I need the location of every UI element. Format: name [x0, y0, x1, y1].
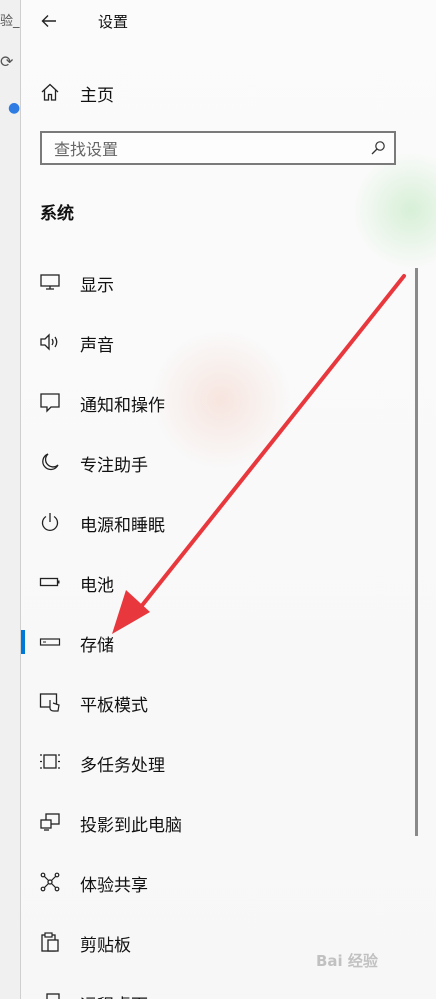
nav-item-notifications[interactable]: 通知和操作	[21, 372, 416, 432]
nav-item-label: 专注助手	[80, 456, 148, 476]
search-icon[interactable]	[370, 140, 386, 156]
power-icon	[41, 513, 59, 531]
storage-icon	[39, 638, 61, 646]
nav-item-storage[interactable]: 存储	[21, 612, 416, 672]
background-browser: 验_ ⟳ ●	[0, 0, 21, 999]
back-button[interactable]	[35, 8, 63, 34]
settings-window: 设置 主页 系统 显示	[21, 0, 436, 999]
background-tab-text[interactable]: 验_	[0, 10, 20, 29]
nav-item-power-sleep[interactable]: 电源和睡眠	[21, 492, 416, 552]
nav-item-label: 电池	[80, 576, 114, 596]
home-nav-item[interactable]: 主页	[21, 72, 416, 112]
title-bar: 设置	[21, 0, 436, 44]
search-box[interactable]	[40, 131, 396, 165]
clipboard-icon	[41, 932, 59, 952]
remote-desktop-icon	[46, 993, 60, 999]
nav-item-label: 电源和睡眠	[80, 516, 165, 536]
screenshot: 验_ ⟳ ● 设置 主页 系统	[0, 0, 436, 999]
nav-item-label: 体验共享	[80, 876, 148, 896]
nav-item-label: 声音	[80, 336, 114, 356]
nav-item-project-to-pc[interactable]: 投影到此电脑	[21, 792, 416, 852]
back-arrow-icon	[41, 15, 56, 27]
nav-item-multitasking[interactable]: 多任务处理	[21, 732, 416, 792]
nav-item-remote-desktop[interactable]: 远程桌面	[21, 972, 416, 999]
battery-icon	[39, 577, 60, 587]
nav-item-label: 多任务处理	[80, 756, 165, 776]
nav-item-label: 平板模式	[80, 696, 148, 716]
nav-item-label: 远程桌面	[80, 991, 148, 999]
tablet-mode-icon	[39, 693, 60, 712]
notification-icon	[40, 393, 60, 413]
scrollbar[interactable]	[415, 268, 418, 836]
nav-item-label: 显示	[80, 276, 114, 296]
nav-item-shared-experiences[interactable]: 体验共享	[21, 852, 416, 912]
nav-item-battery[interactable]: 电池	[21, 552, 416, 612]
display-icon	[40, 274, 60, 290]
system-nav-list: 显示 声音 通知和操作 专注助手 电源和睡眠 电池 存储 平板模式 多任务处理 …	[21, 252, 416, 999]
window-title: 设置	[98, 13, 129, 31]
multitasking-icon	[40, 754, 60, 769]
nav-item-label: 通知和操作	[80, 396, 165, 416]
paw-icon: ●	[8, 100, 21, 116]
refresh-icon[interactable]: ⟳	[0, 52, 13, 71]
nav-item-display[interactable]: 显示	[21, 252, 416, 312]
section-title: 系统	[40, 204, 74, 224]
moon-icon	[42, 453, 59, 471]
nav-item-label: 投影到此电脑	[80, 816, 182, 836]
home-label: 主页	[80, 86, 114, 106]
home-icon	[41, 83, 59, 101]
search-input[interactable]	[52, 137, 356, 161]
nav-item-tablet-mode[interactable]: 平板模式	[21, 672, 416, 732]
nav-item-label: 存储	[80, 636, 114, 656]
watermark: Bai 经验	[316, 952, 378, 970]
nav-item-sound[interactable]: 声音	[21, 312, 416, 372]
speaker-icon	[40, 333, 58, 351]
project-icon	[40, 813, 60, 831]
nav-item-label: 剪贴板	[80, 936, 131, 956]
nav-item-focus-assist[interactable]: 专注助手	[21, 432, 416, 492]
share-icon	[40, 872, 60, 892]
